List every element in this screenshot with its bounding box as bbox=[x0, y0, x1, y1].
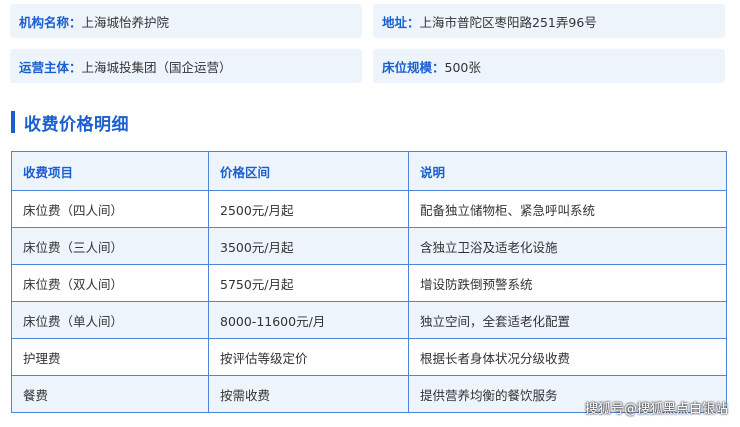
info-label: 机构名称： bbox=[19, 14, 82, 30]
table-cell: 按评估等级定价 bbox=[208, 338, 409, 376]
heading-accent-bar bbox=[11, 111, 15, 133]
info-label: 地址： bbox=[382, 14, 420, 30]
info-card-bed-capacity: 床位规模： 500张 bbox=[373, 49, 725, 83]
table-cell: 床位费（四人间） bbox=[11, 190, 209, 228]
table-cell: 根据长者身体状况分级收费 bbox=[408, 338, 727, 376]
table-row: 床位费（三人间） 3500元/月起 含独立卫浴及适老化设施 bbox=[11, 227, 727, 265]
table-cell: 床位费（双人间） bbox=[11, 264, 209, 302]
info-card-institution-name: 机构名称： 上海城怡养护院 bbox=[10, 4, 362, 38]
info-value: 上海市普陀区枣阳路251弄96号 bbox=[419, 14, 597, 30]
table-row: 护理费 按评估等级定价 根据长者身体状况分级收费 bbox=[11, 338, 727, 376]
section-title: 收费价格明细 bbox=[24, 114, 129, 135]
fee-table: 收费项目 价格区间 说明 床位费（四人间） 2500元/月起 配备独立储物柜、紧… bbox=[11, 151, 727, 413]
table-row: 床位费（单人间） 8000-11600元/月 独立空间，全套适老化配置 bbox=[11, 301, 727, 339]
info-label: 运营主体： bbox=[19, 59, 82, 75]
info-value: 上海城怡养护院 bbox=[81, 14, 170, 30]
table-cell: 餐费 bbox=[11, 375, 209, 413]
table-cell: 床位费（单人间） bbox=[11, 301, 209, 339]
table-row: 床位费（双人间） 5750元/月起 增设防跌倒预警系统 bbox=[11, 264, 727, 302]
column-header-item: 收费项目 bbox=[11, 151, 209, 191]
table-cell: 2500元/月起 bbox=[208, 190, 409, 228]
info-card-operator: 运营主体： 上海城投集团（国企运营） bbox=[10, 49, 362, 83]
table-cell: 含独立卫浴及适老化设施 bbox=[408, 227, 727, 265]
table-cell: 按需收费 bbox=[208, 375, 409, 413]
column-header-description: 说明 bbox=[408, 151, 727, 191]
info-value: 500张 bbox=[444, 59, 481, 75]
table-cell: 增设防跌倒预警系统 bbox=[408, 264, 727, 302]
table-row: 床位费（四人间） 2500元/月起 配备独立储物柜、紧急呼叫系统 bbox=[11, 190, 727, 228]
table-cell: 3500元/月起 bbox=[208, 227, 409, 265]
table-cell: 独立空间，全套适老化配置 bbox=[408, 301, 727, 339]
info-value: 上海城投集团（国企运营） bbox=[81, 59, 232, 75]
section-heading: 收费价格明细 bbox=[11, 110, 129, 135]
table-header-row: 收费项目 价格区间 说明 bbox=[11, 151, 727, 191]
info-card-address: 地址： 上海市普陀区枣阳路251弄96号 bbox=[373, 4, 725, 38]
column-header-price: 价格区间 bbox=[208, 151, 409, 191]
info-label: 床位规模： bbox=[382, 59, 445, 75]
table-cell: 床位费（三人间） bbox=[11, 227, 209, 265]
watermark: 搜狐号@搜狐黑点白银站 bbox=[584, 402, 728, 417]
table-cell: 5750元/月起 bbox=[208, 264, 409, 302]
table-cell: 配备独立储物柜、紧急呼叫系统 bbox=[408, 190, 727, 228]
table-cell: 护理费 bbox=[11, 338, 209, 376]
table-cell: 8000-11600元/月 bbox=[208, 301, 409, 339]
